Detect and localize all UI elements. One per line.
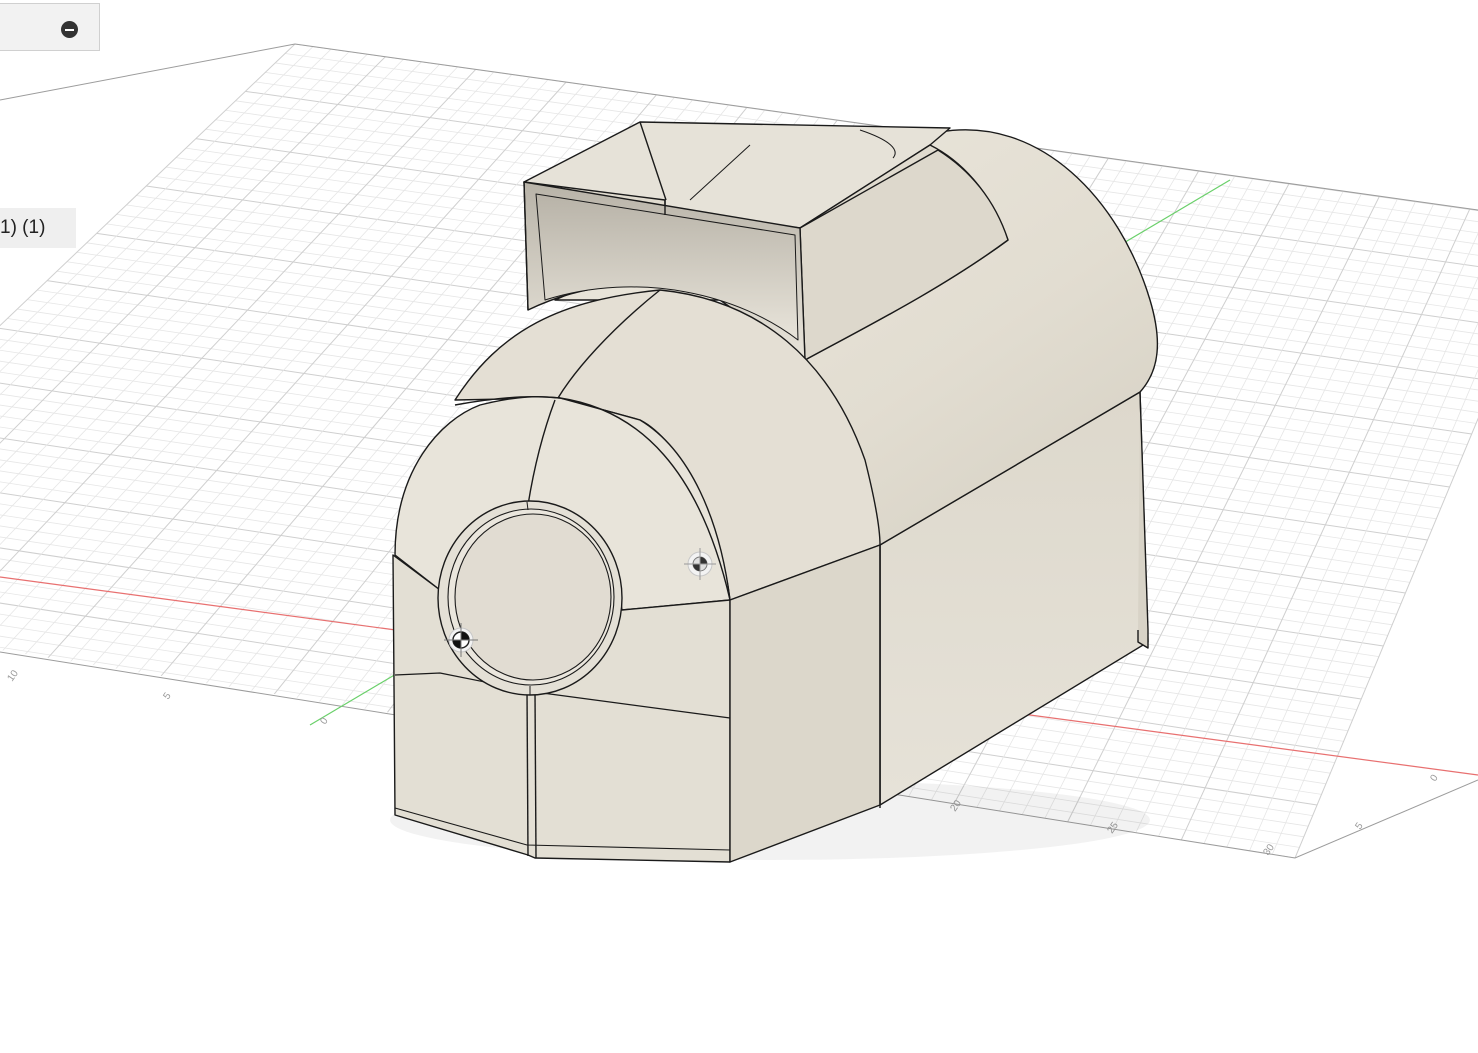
port-opening[interactable] xyxy=(455,514,611,680)
front-split xyxy=(527,690,528,856)
grid-line xyxy=(1113,202,1416,830)
grid-line xyxy=(1136,204,1434,833)
tick-label: 30 xyxy=(1261,842,1277,858)
grid-line xyxy=(0,64,440,640)
tick-label: 5 xyxy=(161,690,173,701)
model-viewport-svg[interactable]: 10 5 0 5 10 15 20 25 30 0 5 xyxy=(0,0,1478,1048)
enclosure-body[interactable] xyxy=(390,122,1157,862)
browser-component-row[interactable]: 1) (1) xyxy=(0,208,76,248)
browser-panel-header xyxy=(0,3,100,51)
grid-line xyxy=(1249,217,1478,851)
minus-circle-icon[interactable] xyxy=(61,21,78,38)
grid-line xyxy=(1227,214,1478,847)
front-split xyxy=(535,692,536,858)
3d-canvas[interactable]: 10 5 0 5 10 15 20 25 30 0 5 xyxy=(0,0,1478,1048)
tick-label: 5 xyxy=(1353,820,1365,831)
grid-line xyxy=(0,52,349,623)
grid-line xyxy=(1158,207,1451,837)
tick-label: 0 xyxy=(1428,772,1440,783)
grid-line xyxy=(0,47,313,616)
tick-label: 0 xyxy=(318,715,330,726)
tick-label: 10 xyxy=(5,668,21,684)
browser-row-label: 1) (1) xyxy=(0,217,45,238)
grid-line xyxy=(1272,219,1478,854)
